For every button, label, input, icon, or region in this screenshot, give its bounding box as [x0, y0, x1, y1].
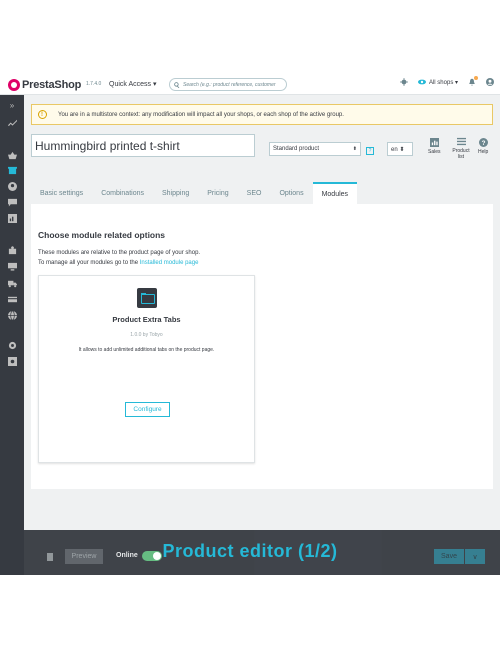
notifications-bell-icon[interactable]: [468, 76, 478, 86]
brand-name: PrestaShop: [22, 79, 82, 91]
sales-chart-icon: [429, 138, 439, 147]
product-type-select[interactable]: Standard product ⬍: [269, 142, 361, 156]
advanced-parameters-icon[interactable]: [0, 354, 24, 368]
module-card: Product Extra Tabs 1.0.0 by Tobyo It all…: [38, 275, 255, 463]
international-globe-icon[interactable]: [0, 308, 24, 322]
modules-panel: Choose module related options These modu…: [31, 204, 493, 489]
tab-basic-settings[interactable]: Basic settings: [31, 182, 92, 204]
panel-title: Choose module related options: [38, 230, 166, 240]
header-right-tools: All shops ▾: [399, 76, 494, 86]
catalog-icon[interactable]: [0, 163, 24, 177]
tab-seo[interactable]: SEO: [238, 182, 271, 204]
tab-pricing[interactable]: Pricing: [198, 182, 237, 204]
collapse-menu-icon[interactable]: »: [0, 98, 24, 112]
module-description: It allows to add unlimited additional ta…: [78, 347, 215, 353]
product-type-value: Standard product: [273, 146, 320, 152]
module-tabs-icon: [137, 288, 157, 308]
select-caret-icon: ⬍: [352, 146, 357, 152]
debug-icon[interactable]: [399, 78, 408, 86]
product-name-input[interactable]: Hummingbird printed t-shirt: [31, 134, 255, 157]
design-monitor-icon[interactable]: [0, 259, 24, 273]
alert-text: You are in a multistore context: any mod…: [58, 111, 344, 118]
search-icon: [174, 81, 180, 88]
installed-modules-link[interactable]: Installed module page: [140, 260, 199, 266]
product-tabs: Basic settings Combinations Shipping Pri…: [31, 182, 493, 204]
sidebar-nav: »: [0, 95, 24, 575]
settings-gear-icon[interactable]: [0, 338, 24, 352]
product-list-button[interactable]: Product list: [450, 137, 472, 160]
sales-button[interactable]: Sales: [428, 138, 441, 155]
search-placeholder: Search (e.g.: product reference, custome…: [183, 81, 276, 88]
version-label: 1.7.4.0: [86, 81, 102, 87]
list-icon: [456, 137, 466, 146]
tab-options[interactable]: Options: [270, 182, 312, 204]
prestashop-logo-icon: [8, 79, 20, 91]
warning-icon: !: [37, 110, 47, 119]
tab-modules[interactable]: Modules: [312, 182, 358, 204]
orders-basket-icon[interactable]: [0, 148, 24, 162]
overlay-caption: Product editor (1/2): [162, 541, 338, 561]
product-type-help-icon[interactable]: ?: [366, 147, 374, 155]
help-label: Help: [478, 149, 489, 155]
panel-manage-line: To manage all your modules go to the Ins…: [38, 260, 198, 266]
help-button[interactable]: ? Help: [478, 138, 488, 155]
modules-puzzle-icon[interactable]: [0, 243, 24, 257]
eye-icon: [417, 79, 426, 85]
app-frame: PrestaShop 1.7.4.0 Quick Access ▾ Search…: [0, 75, 500, 575]
module-name: Product Extra Tabs: [112, 315, 181, 324]
shop-selector[interactable]: All shops ▾: [417, 78, 458, 86]
help-circle-icon: ?: [478, 138, 488, 147]
product-list-label: Product list: [452, 148, 470, 160]
manage-prefix: To manage all your modules go to the: [38, 260, 140, 266]
sales-label: Sales: [428, 149, 441, 155]
tab-combinations[interactable]: Combinations: [92, 182, 153, 204]
module-version: 1.0.0 by Tobyo: [130, 332, 163, 338]
dashboard-trend-icon[interactable]: [0, 115, 24, 129]
top-header: PrestaShop 1.7.4.0 Quick Access ▾ Search…: [0, 75, 500, 95]
prestashop-logo[interactable]: PrestaShop: [8, 79, 81, 91]
search-input[interactable]: Search (e.g.: product reference, custome…: [169, 78, 287, 91]
payment-card-icon[interactable]: [0, 292, 24, 306]
configure-button[interactable]: Configure: [125, 402, 170, 417]
shop-selector-label: All shops ▾: [428, 79, 458, 86]
svg-text:?: ?: [481, 140, 485, 147]
messages-icon[interactable]: [0, 195, 24, 209]
multistore-alert: ! You are in a multistore context: any m…: [31, 104, 493, 125]
stats-icon[interactable]: [0, 211, 24, 225]
tab-shipping[interactable]: Shipping: [153, 182, 198, 204]
user-avatar-icon[interactable]: [486, 78, 494, 86]
language-select[interactable]: en ⬍: [387, 142, 413, 156]
panel-description: These modules are relative to the produc…: [38, 250, 201, 256]
shipping-truck-icon[interactable]: [0, 276, 24, 290]
customers-icon[interactable]: [0, 179, 24, 193]
quick-access-menu[interactable]: Quick Access ▾: [109, 80, 156, 88]
